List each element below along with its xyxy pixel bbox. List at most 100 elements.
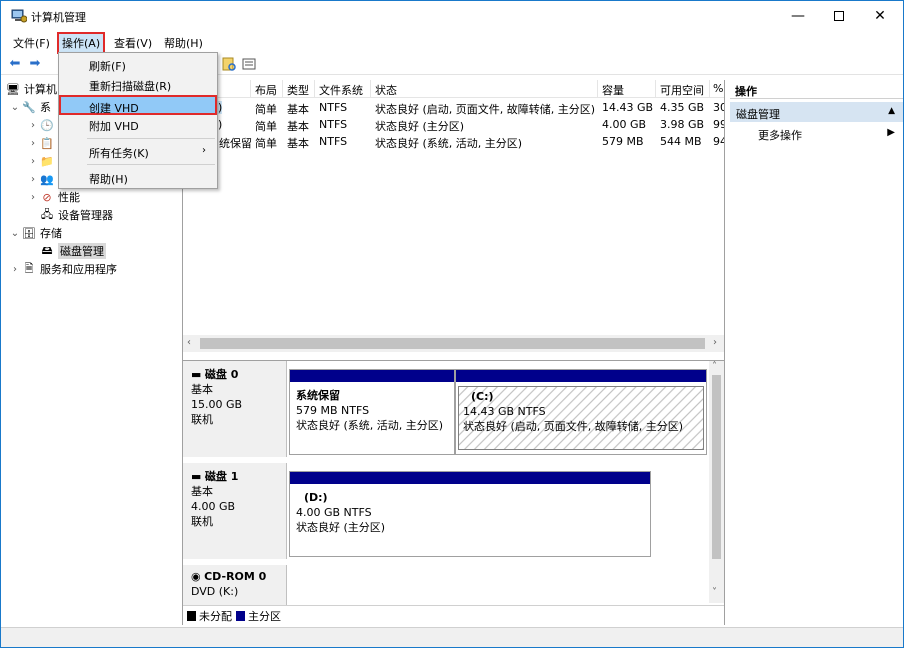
disk-state: 联机 <box>191 515 213 528</box>
tree-item-computer[interactable]: 🖥 计算机 <box>5 80 57 98</box>
back-arrow-icon[interactable]: ⬅ <box>7 56 23 72</box>
menu-item-create-vhd[interactable]: 创建 VHD <box>59 95 217 115</box>
chevron-down-icon[interactable]: ⌄ <box>9 102 21 113</box>
chevron-down-icon[interactable]: ⌄ <box>9 228 21 239</box>
tree-item-services[interactable]: › 🗎 服务和应用程序 <box>9 260 117 278</box>
primary-swatch <box>236 610 245 621</box>
collapse-up-icon[interactable]: ▲ <box>888 106 895 116</box>
volume-pct: 94 <box>713 135 724 148</box>
column-free-space[interactable]: 可用空间 <box>660 82 704 98</box>
center-pane: 布局 类型 文件系统 状态 容量 可用空间 % ) 简单 基本 NTFS 状态良… <box>182 80 725 625</box>
volume-pct: 30 <box>713 101 724 114</box>
close-button[interactable]: ✕ <box>857 1 903 31</box>
column-filesystem[interactable]: 文件系统 <box>319 82 363 98</box>
tree-item-shared-folders[interactable]: › 📁 <box>27 152 58 170</box>
section-label: 磁盘管理 <box>736 108 780 121</box>
menu-item-help[interactable]: 帮助(H) <box>60 168 216 188</box>
tree-label: 性能 <box>58 191 80 204</box>
menu-item-rescan-disks[interactable]: 重新扫描磁盘(R) <box>60 75 216 95</box>
more-actions-item[interactable]: 更多操作 <box>758 127 802 143</box>
partition-system-reserved[interactable]: 系统保留 579 MB NTFS 状态良好 (系统, 活动, 主分区) <box>289 369 455 455</box>
partition-c[interactable]: (C:) 14.43 GB NTFS 状态良好 (启动, 页面文件, 故障转储,… <box>455 369 707 455</box>
chevron-right-icon[interactable]: › <box>27 120 39 131</box>
properties-icon[interactable] <box>221 56 237 72</box>
tree-label: 设备管理器 <box>58 209 113 222</box>
users-icon: 👥 <box>40 172 54 186</box>
chevron-right-icon[interactable]: › <box>27 174 39 185</box>
menu-item-label: 所有任务(K) <box>89 147 149 160</box>
partition-status: 状态良好 (系统, 活动, 主分区) <box>296 419 444 432</box>
volume-layout: 简单 <box>255 120 277 133</box>
volume-pct: 99 <box>713 118 724 131</box>
tree-item-local-users[interactable]: › 👥 <box>27 170 58 188</box>
disk-0-label[interactable]: ▬ 磁盘 0 基本 15.00 GB 联机 <box>183 361 287 457</box>
chevron-right-icon[interactable]: › <box>27 138 39 149</box>
tree-item-disk-management[interactable]: 🖴 磁盘管理 <box>39 242 106 260</box>
disk-state: 联机 <box>191 413 213 426</box>
volume-name: 统保留 <box>219 137 252 150</box>
volume-capacity: 14.43 GB <box>602 101 654 114</box>
menu-file[interactable]: 文件(F) <box>10 34 53 52</box>
tree-item-task-scheduler[interactable]: › 🕒 <box>27 116 58 134</box>
volume-type: 基本 <box>287 103 309 116</box>
partition-name: (D:) <box>304 491 328 504</box>
volume-row[interactable]: 统保留 简单 基本 NTFS 状态良好 (系统, 活动, 主分区) 579 MB… <box>183 133 724 150</box>
scroll-down-icon[interactable]: ˅ <box>712 587 717 598</box>
disk-1-label[interactable]: ▬ 磁盘 1 基本 4.00 GB 联机 <box>183 463 287 559</box>
submenu-arrow-icon[interactable]: ▶ <box>887 127 895 138</box>
tree-label: 计算机 <box>24 83 57 96</box>
tree-item-device-manager[interactable]: 🖧 设备管理器 <box>39 206 113 224</box>
partition-size: 579 MB NTFS <box>296 404 370 417</box>
scroll-thumb[interactable] <box>712 375 721 559</box>
tree-item-event-viewer[interactable]: › 📋 <box>27 134 58 152</box>
minimize-icon: — <box>791 8 805 24</box>
partition-name: (C:) <box>471 390 494 403</box>
vertical-scrollbar[interactable]: ˄ ˅ <box>709 361 724 603</box>
volume-row[interactable]: ) 简单 基本 NTFS 状态良好 (主分区) 4.00 GB 3.98 GB … <box>183 116 724 133</box>
volume-free: 4.35 GB <box>660 101 705 114</box>
column-layout[interactable]: 布局 <box>255 82 277 98</box>
actions-pane: 操作 磁盘管理 ▲ 更多操作 ▶ <box>730 80 903 625</box>
volume-capacity: 579 MB <box>602 135 644 148</box>
volume-row[interactable]: ) 简单 基本 NTFS 状态良好 (启动, 页面文件, 故障转储, 主分区) … <box>183 99 724 116</box>
column-type[interactable]: 类型 <box>287 82 309 98</box>
scroll-up-icon[interactable]: ˄ <box>712 361 717 372</box>
menu-item-refresh[interactable]: 刷新(F) <box>60 55 216 75</box>
services-icon: 🗎 <box>24 261 34 275</box>
horizontal-scrollbar[interactable]: ‹ › <box>183 335 724 352</box>
menu-item-all-tasks[interactable]: 所有任务(K) › <box>60 142 216 162</box>
scroll-right-icon[interactable]: › <box>713 337 717 348</box>
menu-view[interactable]: 查看(V) <box>111 34 155 52</box>
maximize-button[interactable] <box>816 1 862 31</box>
scroll-thumb[interactable] <box>200 338 705 349</box>
minimize-button[interactable]: — <box>775 1 821 31</box>
computer-management-icon <box>11 9 27 23</box>
tree-item-storage[interactable]: ⌄ 🗄 存储 <box>9 224 62 242</box>
partition-d[interactable]: (D:) 4.00 GB NTFS 状态良好 (主分区) <box>289 471 651 557</box>
chevron-right-icon[interactable]: › <box>27 156 39 167</box>
disk-name: CD-ROM 0 <box>204 570 267 583</box>
menu-help[interactable]: 帮助(H) <box>161 34 206 52</box>
column-capacity[interactable]: 容量 <box>602 82 624 98</box>
menu-item-label: 刷新(F) <box>89 60 126 73</box>
column-status[interactable]: 状态 <box>375 82 397 98</box>
volume-fs: NTFS <box>319 135 348 148</box>
scroll-left-icon[interactable]: ‹ <box>187 337 191 348</box>
partition-body: 系统保留 579 MB NTFS 状态良好 (系统, 活动, 主分区) <box>292 386 452 450</box>
tree-item-performance[interactable]: › ⊘ 性能 <box>27 188 80 206</box>
cdrom-label[interactable]: ◉ CD-ROM 0 DVD (K:) <box>183 565 287 605</box>
actions-section-disk-management[interactable]: 磁盘管理 ▲ <box>730 102 903 122</box>
menu-item-attach-vhd[interactable]: 附加 VHD <box>60 115 216 135</box>
list-view-icon[interactable] <box>241 56 257 72</box>
chevron-right-icon[interactable]: › <box>9 264 21 275</box>
volume-free: 544 MB <box>660 135 702 148</box>
disk-type: 基本 <box>191 383 213 396</box>
disk-icon: ▬ <box>191 470 202 483</box>
chevron-right-icon[interactable]: › <box>27 192 39 203</box>
window-title: 计算机管理 <box>31 11 86 24</box>
tree-item-system-tools[interactable]: ⌄ 🔧 系 <box>9 98 51 116</box>
volume-fs: NTFS <box>319 101 348 114</box>
forward-arrow-icon[interactable]: ➡ <box>27 56 43 72</box>
menu-action[interactable]: 操作(A) <box>57 32 106 54</box>
column-percent[interactable]: % <box>713 82 723 95</box>
